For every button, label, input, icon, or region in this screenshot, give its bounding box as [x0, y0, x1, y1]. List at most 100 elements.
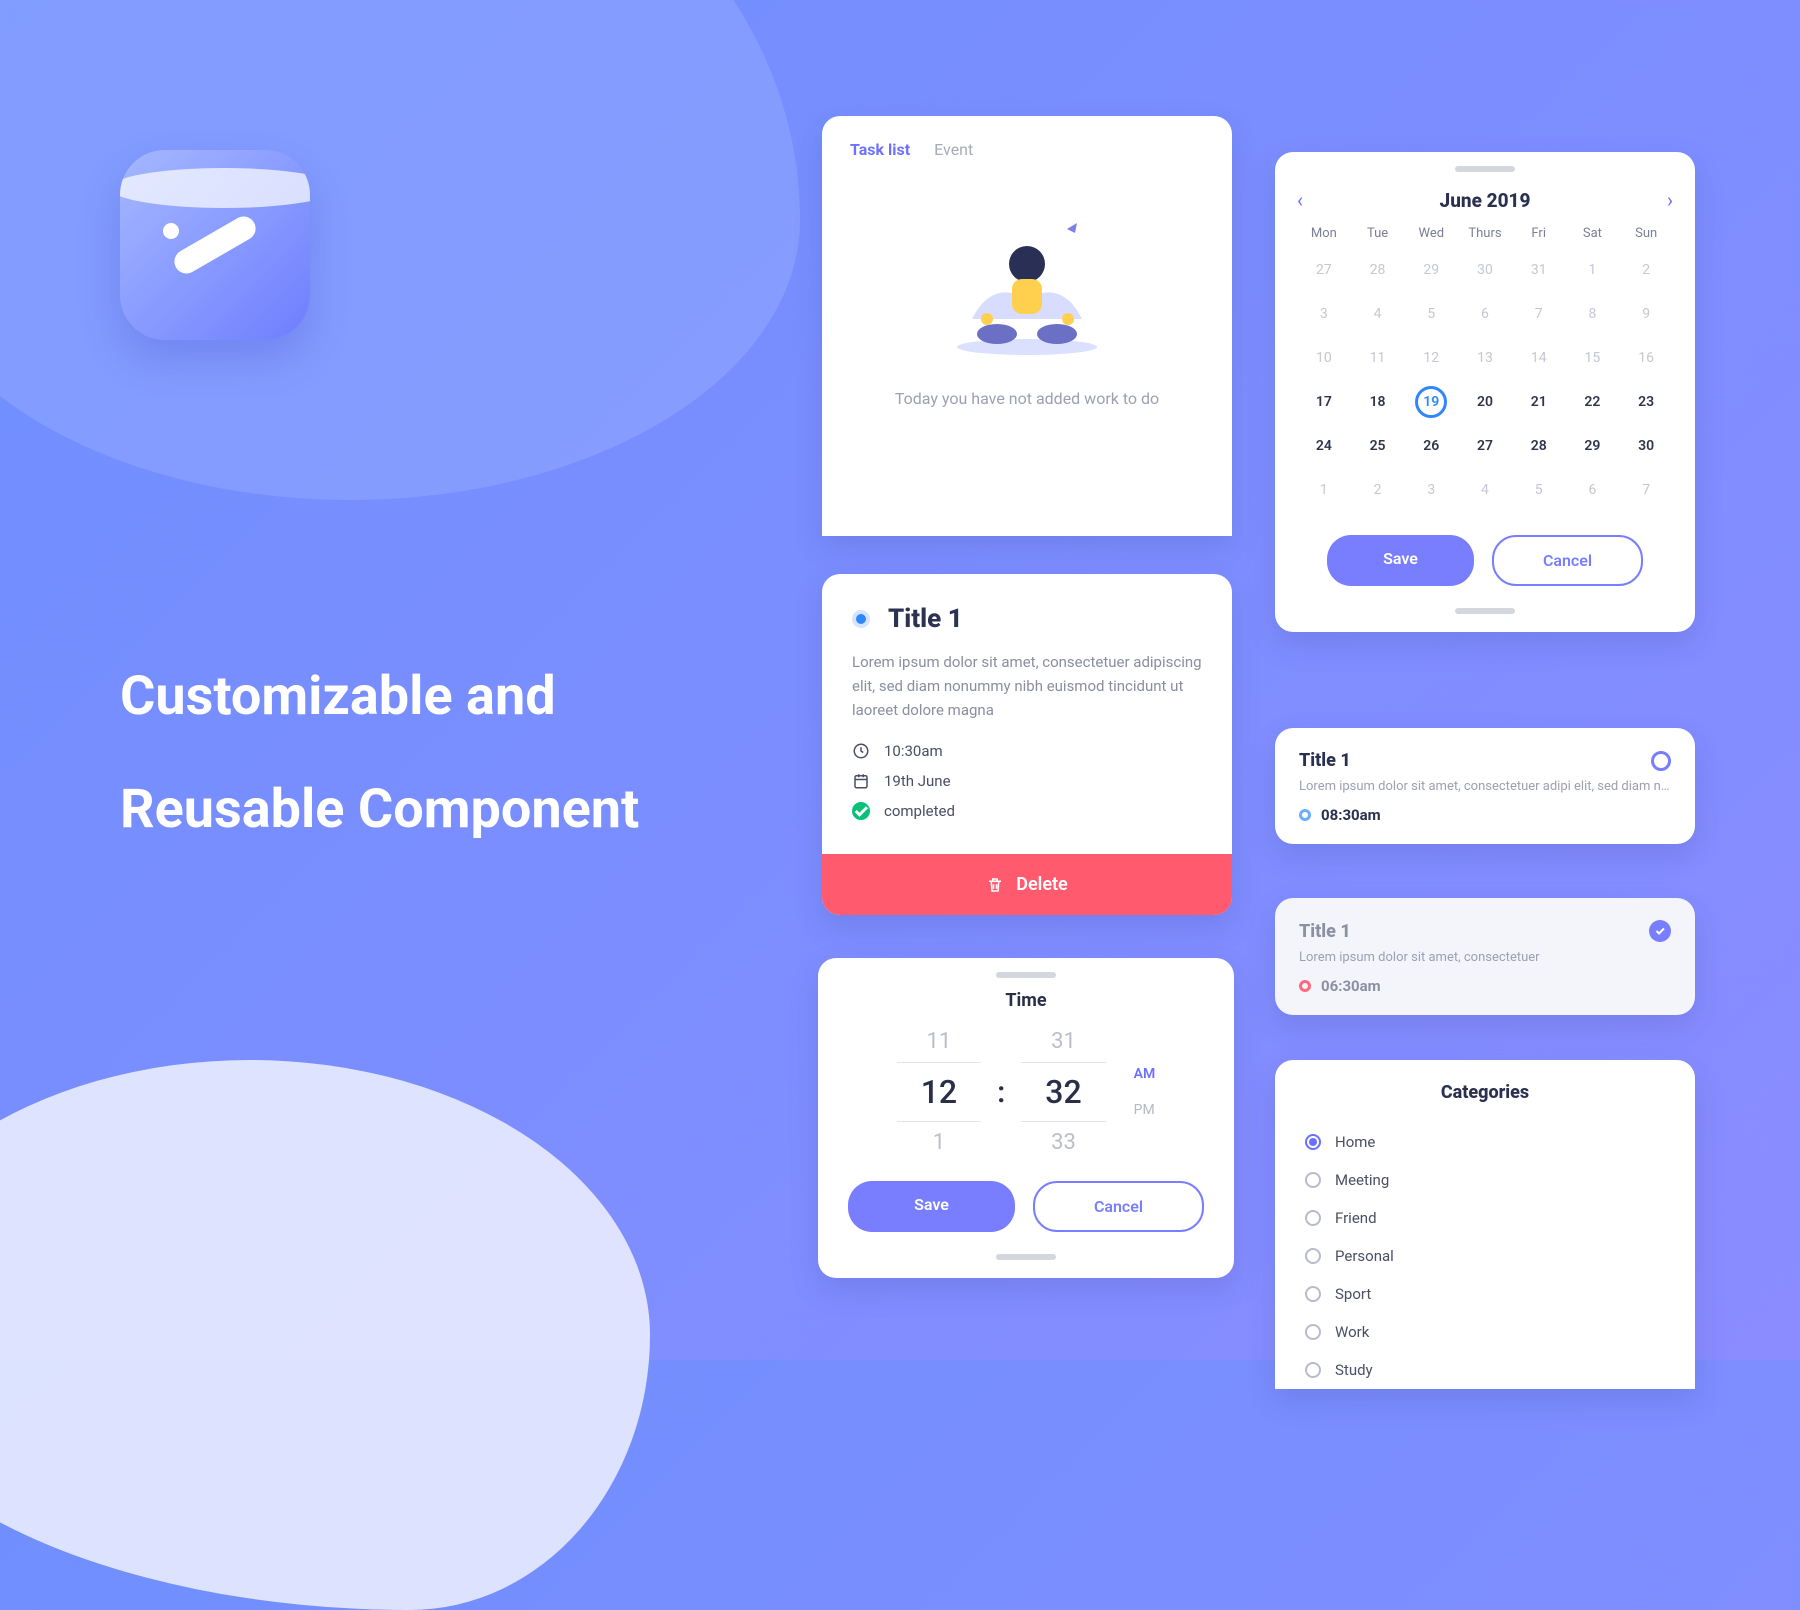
- check-filled-icon[interactable]: [1649, 920, 1671, 942]
- calendar-day[interactable]: 30: [1619, 427, 1673, 465]
- calendar-day[interactable]: 31: [1512, 251, 1566, 289]
- calendar-day[interactable]: 28: [1512, 427, 1566, 465]
- calendar-day[interactable]: 29: [1404, 251, 1458, 289]
- calendar-day[interactable]: 23: [1619, 383, 1673, 421]
- calendar-day[interactable]: 7: [1619, 471, 1673, 509]
- calendar-dow: Thurs: [1458, 226, 1512, 241]
- calendar-day[interactable]: 27: [1458, 427, 1512, 465]
- calendar-day[interactable]: 1: [1297, 471, 1351, 509]
- calendar-day[interactable]: 4: [1458, 471, 1512, 509]
- category-item[interactable]: Meeting: [1305, 1161, 1665, 1199]
- radio-empty-icon[interactable]: [1651, 751, 1671, 771]
- calendar-month-label: June 2019: [1440, 189, 1531, 212]
- delete-button[interactable]: Delete: [822, 854, 1232, 915]
- category-item[interactable]: Sport: [1305, 1275, 1665, 1313]
- category-item[interactable]: Home: [1305, 1123, 1665, 1161]
- task-item-title: Title 1: [1299, 750, 1351, 771]
- task-date-row: 19th June: [852, 772, 1202, 790]
- am-toggle[interactable]: AM: [1134, 1066, 1156, 1082]
- next-month-button[interactable]: ›: [1667, 188, 1673, 212]
- calendar-day[interactable]: 8: [1566, 295, 1620, 333]
- calendar-day[interactable]: 24: [1297, 427, 1351, 465]
- app-icon: [120, 150, 310, 340]
- minute-wheel[interactable]: 31 32 33: [1021, 1029, 1105, 1155]
- calendar-day[interactable]: 14: [1512, 339, 1566, 377]
- drag-handle-icon[interactable]: [996, 972, 1056, 978]
- task-item-card[interactable]: Title 1 Lorem ipsum dolor sit amet, cons…: [1275, 728, 1695, 844]
- calendar-day[interactable]: 22: [1566, 383, 1620, 421]
- tab-task-list[interactable]: Task list: [850, 140, 910, 159]
- calendar-day[interactable]: 2: [1351, 471, 1405, 509]
- calendar-day[interactable]: 6: [1566, 471, 1620, 509]
- radio-icon: [1305, 1134, 1321, 1150]
- time-save-button[interactable]: Save: [848, 1181, 1015, 1232]
- calendar-day[interactable]: 20: [1458, 383, 1512, 421]
- calendar-day[interactable]: 5: [1512, 471, 1566, 509]
- calendar-day[interactable]: 29: [1566, 427, 1620, 465]
- task-item-desc: Lorem ipsum dolor sit amet, consectetuer…: [1299, 779, 1671, 794]
- calendar-day[interactable]: 28: [1351, 251, 1405, 289]
- calendar-day[interactable]: 3: [1404, 471, 1458, 509]
- calendar-day[interactable]: 27: [1297, 251, 1351, 289]
- trash-icon: [986, 876, 1004, 894]
- drag-handle-icon[interactable]: [1455, 166, 1515, 172]
- calendar-day[interactable]: 10: [1297, 339, 1351, 377]
- calendar-dow: Tue: [1351, 226, 1405, 241]
- calendar-day[interactable]: 21: [1512, 383, 1566, 421]
- calendar-day[interactable]: 12: [1404, 339, 1458, 377]
- category-item[interactable]: Work: [1305, 1313, 1665, 1351]
- calendar-dow: Wed: [1404, 226, 1458, 241]
- calendar-day[interactable]: 19: [1404, 383, 1458, 421]
- task-description: Lorem ipsum dolor sit amet, consectetuer…: [852, 650, 1202, 722]
- radio-icon: [1305, 1210, 1321, 1226]
- calendar-day[interactable]: 11: [1351, 339, 1405, 377]
- task-item-desc: Lorem ipsum dolor sit amet, consectetuer: [1299, 950, 1671, 965]
- calendar-dow: Fri: [1512, 226, 1566, 241]
- calendar-day[interactable]: 2: [1619, 251, 1673, 289]
- task-item-card-completed[interactable]: Title 1 Lorem ipsum dolor sit amet, cons…: [1275, 898, 1695, 1015]
- clock-icon: [852, 742, 870, 760]
- calendar-day[interactable]: 17: [1297, 383, 1351, 421]
- prev-month-button[interactable]: ‹: [1297, 188, 1303, 212]
- radio-icon: [1305, 1324, 1321, 1340]
- time-cancel-button[interactable]: Cancel: [1033, 1181, 1204, 1232]
- category-label: Meeting: [1335, 1171, 1389, 1189]
- calendar-day[interactable]: 1: [1566, 251, 1620, 289]
- task-status-row: completed: [852, 802, 1202, 820]
- radio-icon: [1305, 1172, 1321, 1188]
- calendar-day[interactable]: 30: [1458, 251, 1512, 289]
- drag-handle-icon[interactable]: [1455, 608, 1515, 614]
- calendar-day[interactable]: 25: [1351, 427, 1405, 465]
- calendar-day[interactable]: 4: [1351, 295, 1405, 333]
- calendar-day[interactable]: 9: [1619, 295, 1673, 333]
- categories-card: Categories Home Meeting FriendPersonalSpor…: [1275, 1060, 1695, 1389]
- calendar-day[interactable]: 26: [1404, 427, 1458, 465]
- radio-icon: [1305, 1248, 1321, 1264]
- calendar-day[interactable]: 15: [1566, 339, 1620, 377]
- tab-event[interactable]: Event: [934, 140, 973, 159]
- hour-wheel[interactable]: 11 12 1: [897, 1029, 981, 1155]
- status-bullet-icon: [852, 610, 870, 628]
- pm-toggle[interactable]: PM: [1134, 1102, 1156, 1118]
- category-item[interactable]: Personal: [1305, 1237, 1665, 1275]
- calendar-day[interactable]: 13: [1458, 339, 1512, 377]
- calendar-day[interactable]: 16: [1619, 339, 1673, 377]
- calendar-cancel-button[interactable]: Cancel: [1492, 535, 1643, 586]
- categories-title: Categories: [1305, 1082, 1665, 1103]
- calendar-day[interactable]: 6: [1458, 295, 1512, 333]
- calendar-day[interactable]: 18: [1351, 383, 1405, 421]
- hero-headline: Customizable and Reusable Component: [120, 640, 639, 867]
- calendar-day[interactable]: 3: [1297, 295, 1351, 333]
- category-label: Work: [1335, 1323, 1369, 1341]
- category-item[interactable]: Study: [1305, 1351, 1665, 1389]
- calendar-save-button[interactable]: Save: [1327, 535, 1474, 586]
- task-list-card: Task list Event Today you have not added…: [822, 116, 1232, 536]
- calendar-day[interactable]: 5: [1404, 295, 1458, 333]
- category-label: Home: [1335, 1133, 1375, 1151]
- calendar-dow: Mon: [1297, 226, 1351, 241]
- drag-handle-icon[interactable]: [996, 1254, 1056, 1260]
- task-title: Title 1: [888, 604, 963, 634]
- calendar-day[interactable]: 7: [1512, 295, 1566, 333]
- category-item[interactable]: Friend: [1305, 1199, 1665, 1237]
- empty-state-text: Today you have not added work to do: [850, 389, 1204, 408]
